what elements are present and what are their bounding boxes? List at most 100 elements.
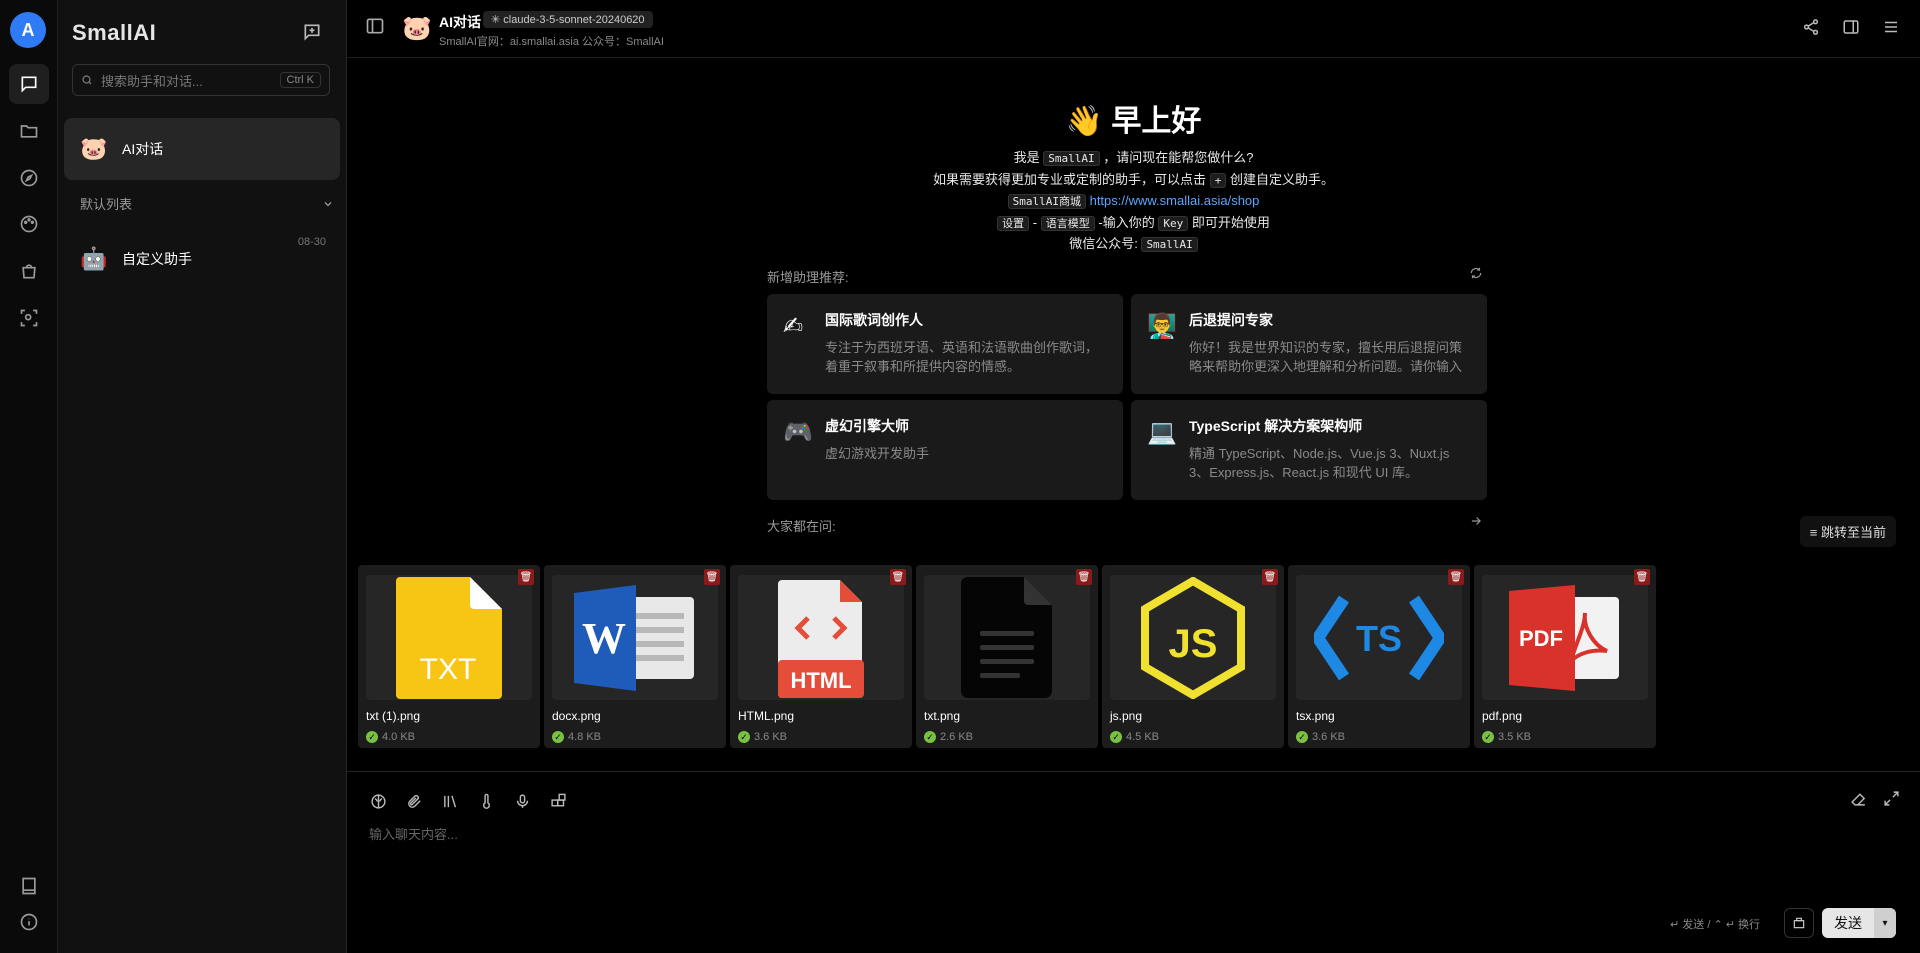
model-select-button[interactable] <box>367 790 389 812</box>
assistant-avatar: 🤖 <box>80 246 108 271</box>
clear-input-button[interactable] <box>1850 790 1867 810</box>
new-chat-button[interactable] <box>298 18 326 46</box>
files-nav-button[interactable] <box>9 111 49 151</box>
assistant-card[interactable]: 🎮 虚幻引擎大师 虚幻游戏开发助手 <box>767 400 1123 500</box>
delete-file-button[interactable]: 🗑 <box>1448 569 1464 585</box>
model-badge[interactable]: ✳ claude-3-5-sonnet-20240620 <box>483 11 653 28</box>
delete-file-button[interactable]: 🗑 <box>1076 569 1092 585</box>
chat-icon <box>21 76 37 93</box>
attachment-item[interactable]: 🗑 txt.png ✓ 2.6 KB <box>916 565 1098 748</box>
assistant-item-custom[interactable]: 🤖 自定义助手 08-30 <box>64 232 340 286</box>
toggle-sidebar-button[interactable] <box>365 16 387 38</box>
menu-icon <box>1885 21 1897 33</box>
app-logo[interactable]: A <box>10 12 46 48</box>
attachment-item[interactable]: TXT 🗑 txt (1).png ✓ 4.0 KB <box>358 565 540 748</box>
chat-nav-button[interactable] <box>9 64 49 104</box>
check-icon: ✓ <box>1110 731 1122 743</box>
panel-left-icon <box>366 18 384 34</box>
file-status: ✓ 3.6 KB <box>738 731 787 743</box>
delete-file-button[interactable]: 🗑 <box>1262 569 1278 585</box>
assistant-card[interactable]: 💻 TypeScript 解决方案架构师 精通 TypeScript、Node.… <box>1131 400 1487 500</box>
attachment-item[interactable]: JS 🗑 js.png ✓ 4.5 KB <box>1102 565 1284 748</box>
nodejs-file-icon: JS <box>1141 576 1245 699</box>
header-avatar: 🐷 <box>402 14 432 42</box>
intro-line-4: 设置 - 语言模型 -输入你的 Key 即可开始使用 <box>347 213 1920 235</box>
inline-code: + <box>1209 172 1227 188</box>
check-icon: ✓ <box>552 731 564 743</box>
theme-nav-button[interactable] <box>9 204 49 244</box>
session-avatar: 🐷 <box>80 136 108 161</box>
trash-icon: 🗑 <box>1635 571 1649 583</box>
file-status: ✓ 3.5 KB <box>1482 731 1531 743</box>
shop-nav-button[interactable] <box>9 251 49 291</box>
welcome-intro: 我是 SmallAI ，请问现在能帮您做什么? 如果需要获得更加专业或定制的助手… <box>347 148 1920 256</box>
scan-nav-button[interactable] <box>9 298 49 338</box>
jump-to-current-button[interactable]: ≡ 跳转至当前 <box>1799 516 1896 547</box>
menu-button[interactable] <box>1880 16 1902 38</box>
lyricist-icon: ✍ <box>783 313 804 340</box>
file-thumbnail: JS <box>1110 575 1276 700</box>
message-plus-icon <box>304 24 320 41</box>
attachment-item[interactable]: HTML 🗑 HTML.png ✓ 3.6 KB <box>730 565 912 748</box>
knowledge-base-button[interactable] <box>439 790 461 812</box>
file-name: tsx.png <box>1296 709 1335 723</box>
thumb-text: W <box>582 614 626 663</box>
session-item-ai-chat[interactable]: 🐷 AI对话 <box>64 118 340 180</box>
share-button[interactable] <box>1800 16 1822 38</box>
send-options-chevron-icon[interactable]: ▾ <box>1874 908 1896 938</box>
ask-more-button[interactable] <box>1469 514 1483 531</box>
plugins-button[interactable] <box>547 790 569 812</box>
folder-icon <box>20 125 38 138</box>
refresh-button[interactable] <box>1469 266 1483 283</box>
docs-nav-button[interactable] <box>9 866 49 906</box>
book-icon <box>22 877 36 895</box>
delete-file-button[interactable]: 🗑 <box>518 569 534 585</box>
send-button[interactable]: 发送 ▾ <box>1822 908 1896 938</box>
brand-title: SmallAI <box>72 20 157 45</box>
save-topic-button[interactable] <box>1784 908 1814 938</box>
refresh-icon <box>1470 267 1482 279</box>
search-input[interactable]: 搜索助手和对话... Ctrl K <box>72 64 330 96</box>
shop-link[interactable]: https://www.smallai.asia/shop <box>1090 193 1260 208</box>
assistant-card[interactable]: 👨‍🏫 后退提问专家 你好！我是世界知识的专家，擅长用后退提问策略来帮助你更深入… <box>1131 294 1487 394</box>
laptop-icon: 💻 <box>1147 419 1177 446</box>
trash-icon: 🗑 <box>1449 571 1463 583</box>
inline-code: SmallAI <box>1141 237 1198 252</box>
card-title: 后退提问专家 <box>1189 312 1273 328</box>
chat-header: 🐷 AI对话 ✳ claude-3-5-sonnet-20240620 Smal… <box>347 0 1920 58</box>
info-nav-button[interactable] <box>9 902 49 942</box>
attach-file-button[interactable] <box>403 790 425 812</box>
chevron-down-icon <box>324 201 332 206</box>
intro-line-2: 如果需要获得更加专业或定制的助手，可以点击 + 创建自定义助手。 <box>347 170 1920 192</box>
document-file-icon <box>961 577 1052 698</box>
assistant-card[interactable]: ✍ 国际歌词创作人 专注于为西班牙语、英语和法语歌曲创作歌词，着重于叙事和所提供… <box>767 294 1123 394</box>
delete-file-button[interactable]: 🗑 <box>890 569 906 585</box>
header-title: AI对话 <box>439 14 481 30</box>
attachment-item[interactable]: TS 🗑 tsx.png ✓ 3.6 KB <box>1288 565 1470 748</box>
file-name: HTML.png <box>738 709 795 723</box>
discover-nav-button[interactable] <box>9 158 49 198</box>
file-name: txt.png <box>924 709 961 723</box>
arrow-right-icon <box>1471 517 1481 525</box>
toggle-right-panel-button[interactable] <box>1840 16 1862 38</box>
inline-code: SmallAI <box>1043 151 1100 166</box>
voice-input-button[interactable] <box>511 790 533 812</box>
file-size: 4.8 KB <box>568 731 602 743</box>
delete-file-button[interactable]: 🗑 <box>704 569 720 585</box>
paperclip-icon <box>407 794 421 808</box>
expand-input-button[interactable] <box>1883 790 1900 810</box>
trash-icon: 🗑 <box>891 571 905 583</box>
attachment-item[interactable]: W 🗑 docx.png ✓ 4.8 KB <box>544 565 726 748</box>
group-header-default[interactable]: 默认列表 <box>80 194 334 213</box>
attachment-item[interactable]: PDF 🗑 pdf.png ✓ 3.5 KB <box>1474 565 1656 748</box>
delete-file-button[interactable]: 🗑 <box>1634 569 1650 585</box>
file-status: ✓ 4.0 KB <box>366 731 415 743</box>
send-shortcut-hint: ↵ 发送 / ⌃ ↵ 换行 <box>1670 919 1760 931</box>
search-icon <box>82 75 92 85</box>
intro-line-1: 我是 SmallAI ，请问现在能帮您做什么? <box>347 148 1920 170</box>
temperature-button[interactable] <box>475 790 497 812</box>
intro-text: 即可开始使用 <box>1191 214 1270 230</box>
chat-input[interactable]: 输入聊天内容... <box>369 824 458 843</box>
file-thumbnail: HTML <box>738 575 904 700</box>
file-name: pdf.png <box>1482 709 1523 723</box>
